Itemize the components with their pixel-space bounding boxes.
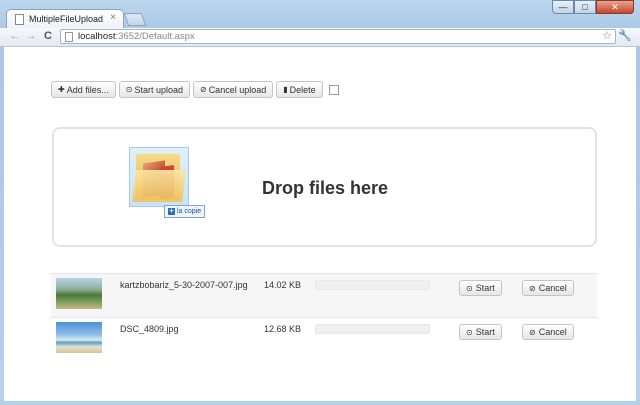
ban-icon: ⊘ [529,283,536,293]
plus-icon: + [168,208,175,215]
file-thumbnail [56,278,102,309]
page-icon [65,32,73,42]
cancel-button[interactable]: ⊘ Cancel [522,324,574,340]
wrench-icon[interactable]: 🔧 [618,29,632,42]
reload-icon[interactable]: C [41,29,55,43]
tab-close-icon[interactable]: × [110,12,116,23]
file-size: 14.02 KB [264,280,302,290]
ban-icon: ⊘ [199,85,207,94]
add-files-button[interactable]: ✚ Add files... [51,81,116,98]
cancel-upload-button[interactable]: ⊘ Cancel upload [192,81,274,98]
start-button[interactable]: ⊙ Start [459,280,502,296]
forward-icon[interactable]: → [24,29,38,43]
url-text: localhost:3652/Default.aspx [78,31,195,42]
title-bar: MultipleFileUpload × — □ ✕ [0,0,640,29]
file-name: kartzbobariz_5-30-2007-007.jpg [120,280,248,290]
maximize-button[interactable]: □ [574,0,596,14]
browser-toolbar: ← → C localhost:3652/Default.aspx ☆ 🔧 [0,28,640,47]
progress-bar [315,324,430,334]
cancel-button[interactable]: ⊘ Cancel [522,280,574,296]
trash-icon: ▮ [283,85,288,94]
file-size: 12.68 KB [264,324,302,334]
new-tab-button[interactable] [123,13,147,26]
circle-arrow-up-icon: ⊙ [466,327,473,337]
page-content: ✚ Add files... ⊙ Start upload ⊘ Cancel u… [4,47,636,401]
minimize-button[interactable]: — [552,0,574,14]
circle-arrow-up-icon: ⊙ [466,283,473,293]
start-button[interactable]: ⊙ Start [459,324,502,340]
dragged-folder-icon [129,147,189,207]
bookmark-star-icon[interactable]: ☆ [602,29,612,42]
copy-badge: + la copie [164,205,206,218]
file-row: kartzbobariz_5-30-2007-007.jpg 14.02 KB … [51,273,597,317]
file-thumbnail [56,322,102,353]
window-controls: — □ ✕ [552,0,634,15]
drop-zone[interactable]: + la copie Drop files here [52,127,597,247]
close-window-button[interactable]: ✕ [596,0,634,14]
ban-icon: ⊘ [529,327,536,337]
back-icon[interactable]: ← [8,29,22,43]
file-name: DSC_4809.jpg [120,324,179,334]
browser-tab[interactable]: MultipleFileUpload × [6,9,124,29]
progress-bar [315,280,430,290]
file-row: DSC_4809.jpg 12.68 KB ⊙ Start ⊘ Cancel [51,317,597,361]
page-icon [15,14,24,25]
start-upload-button[interactable]: ⊙ Start upload [118,81,190,98]
circle-arrow-up-icon: ⊙ [125,85,133,94]
tab-title: MultipleFileUpload [29,14,104,24]
address-bar[interactable]: localhost:3652/Default.aspx ☆ [60,29,616,44]
plus-icon: ✚ [58,85,65,94]
delete-button[interactable]: ▮ Delete [276,81,323,98]
upload-toolbar: ✚ Add files... ⊙ Start upload ⊘ Cancel u… [51,81,339,98]
drop-zone-label: Drop files here [262,178,389,198]
browser-window: MultipleFileUpload × — □ ✕ ← → C localho… [0,0,640,405]
select-all-checkbox[interactable] [328,84,339,95]
file-list: kartzbobariz_5-30-2007-007.jpg 14.02 KB … [51,273,597,361]
